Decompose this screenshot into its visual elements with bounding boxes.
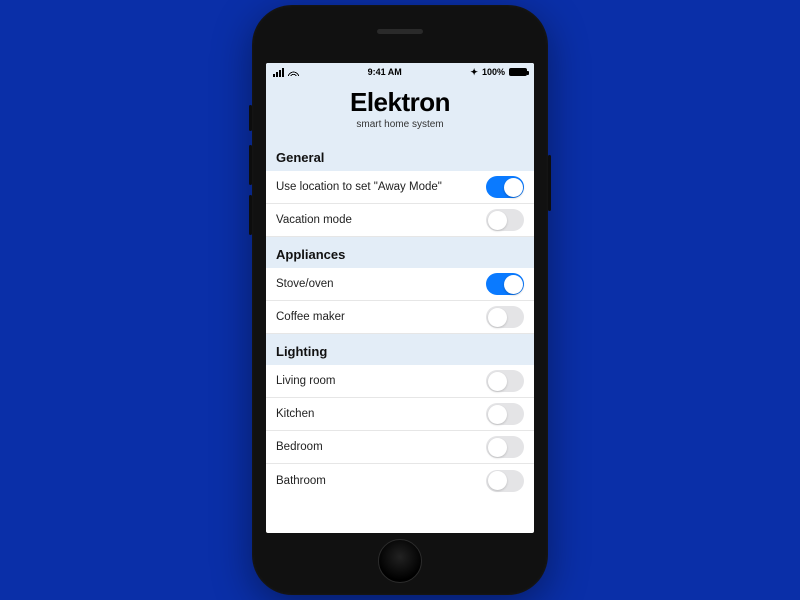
status-time: 9:41 AM [368, 67, 402, 77]
toggle-coffee-maker[interactable] [486, 306, 524, 328]
section-header-general: General [266, 140, 534, 171]
bluetooth-icon: ✦ [470, 67, 478, 78]
power-button [548, 155, 551, 211]
status-bar: 9:41 AM ✦ 100% [266, 63, 534, 81]
row-coffee-maker: Coffee maker [266, 301, 534, 334]
toggle-living-room[interactable] [486, 370, 524, 392]
row-label: Bedroom [276, 441, 323, 453]
mute-switch [249, 105, 252, 131]
phone-frame: 9:41 AM ✦ 100% Elektron smart home syste… [252, 5, 548, 595]
row-bathroom: Bathroom [266, 464, 534, 497]
signal-icon [273, 68, 284, 77]
row-label: Vacation mode [276, 214, 352, 226]
battery-percent: 100% [482, 67, 505, 77]
volume-up-button [249, 145, 252, 185]
row-bedroom: Bedroom [266, 431, 534, 464]
app-header: Elektron smart home system [266, 81, 534, 140]
row-away-mode: Use location to set "Away Mode" [266, 171, 534, 204]
screen: 9:41 AM ✦ 100% Elektron smart home syste… [266, 63, 534, 533]
row-label: Use location to set "Away Mode" [276, 181, 442, 193]
settings-list[interactable]: General Use location to set "Away Mode" … [266, 140, 534, 533]
toggle-kitchen[interactable] [486, 403, 524, 425]
battery-icon [509, 68, 527, 76]
row-living-room: Living room [266, 365, 534, 398]
row-vacation-mode: Vacation mode [266, 204, 534, 237]
row-label: Bathroom [276, 475, 326, 487]
row-kitchen: Kitchen [266, 398, 534, 431]
row-label: Living room [276, 375, 335, 387]
row-label: Kitchen [276, 408, 314, 420]
app-subtitle: smart home system [266, 119, 534, 130]
toggle-vacation-mode[interactable] [486, 209, 524, 231]
toggle-bedroom[interactable] [486, 436, 524, 458]
volume-down-button [249, 195, 252, 235]
row-label: Coffee maker [276, 311, 345, 323]
section-header-lighting: Lighting [266, 334, 534, 365]
toggle-stove[interactable] [486, 273, 524, 295]
section-header-appliances: Appliances [266, 237, 534, 268]
row-label: Stove/oven [276, 278, 334, 290]
wifi-icon [288, 68, 299, 76]
app-title: Elektron [266, 87, 534, 118]
toggle-bathroom[interactable] [486, 470, 524, 492]
row-stove: Stove/oven [266, 268, 534, 301]
toggle-away-mode[interactable] [486, 176, 524, 198]
home-button[interactable] [378, 539, 422, 583]
